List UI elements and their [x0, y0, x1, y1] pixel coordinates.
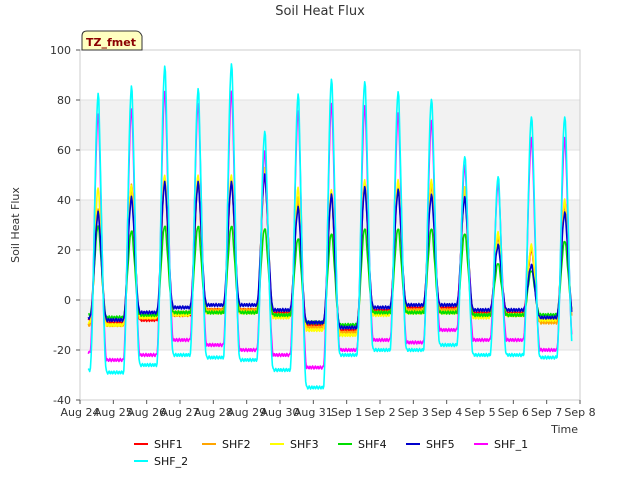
x-tick-label: Sep 2	[364, 406, 395, 419]
legend-label: SHF1	[154, 438, 183, 451]
legend-label: SHF4	[358, 438, 387, 451]
legend-label: SHF5	[426, 438, 455, 451]
legend-label: SHF_1	[494, 438, 528, 451]
legend-label: SHF3	[290, 438, 319, 451]
y-tick-label: -20	[53, 344, 71, 357]
x-tick-label: Sep 3	[398, 406, 429, 419]
x-tick-label: Sep 5	[464, 406, 495, 419]
x-tick-label: Sep 1	[331, 406, 362, 419]
y-axis-label: Soil Heat Flux	[9, 187, 22, 263]
x-tick-label: Sep 8	[564, 406, 595, 419]
legend-label: SHF_2	[154, 455, 188, 468]
soil-heat-flux-chart: -40-20020406080100 Aug 24Aug 25Aug 26Aug…	[0, 0, 640, 480]
x-tick-label: Aug 31	[294, 406, 333, 419]
chart-title: Soil Heat Flux	[275, 4, 365, 19]
site-annotation-label: TZ_fmet	[86, 36, 136, 49]
x-tick-label: Sep 7	[531, 406, 562, 419]
y-tick-label: 0	[64, 294, 71, 307]
x-axis-label: Time	[550, 423, 578, 436]
y-tick-label: 60	[57, 144, 71, 157]
y-tick-label: 40	[57, 194, 71, 207]
x-tick-label: Sep 6	[498, 406, 529, 419]
legend-label: SHF2	[222, 438, 251, 451]
site-annotation: TZ_fmet	[81, 30, 143, 51]
y-tick-label: 20	[57, 244, 71, 257]
y-tick-label: 80	[57, 94, 71, 107]
x-tick-label: Sep 4	[431, 406, 462, 419]
y-tick-label: 100	[50, 44, 71, 57]
